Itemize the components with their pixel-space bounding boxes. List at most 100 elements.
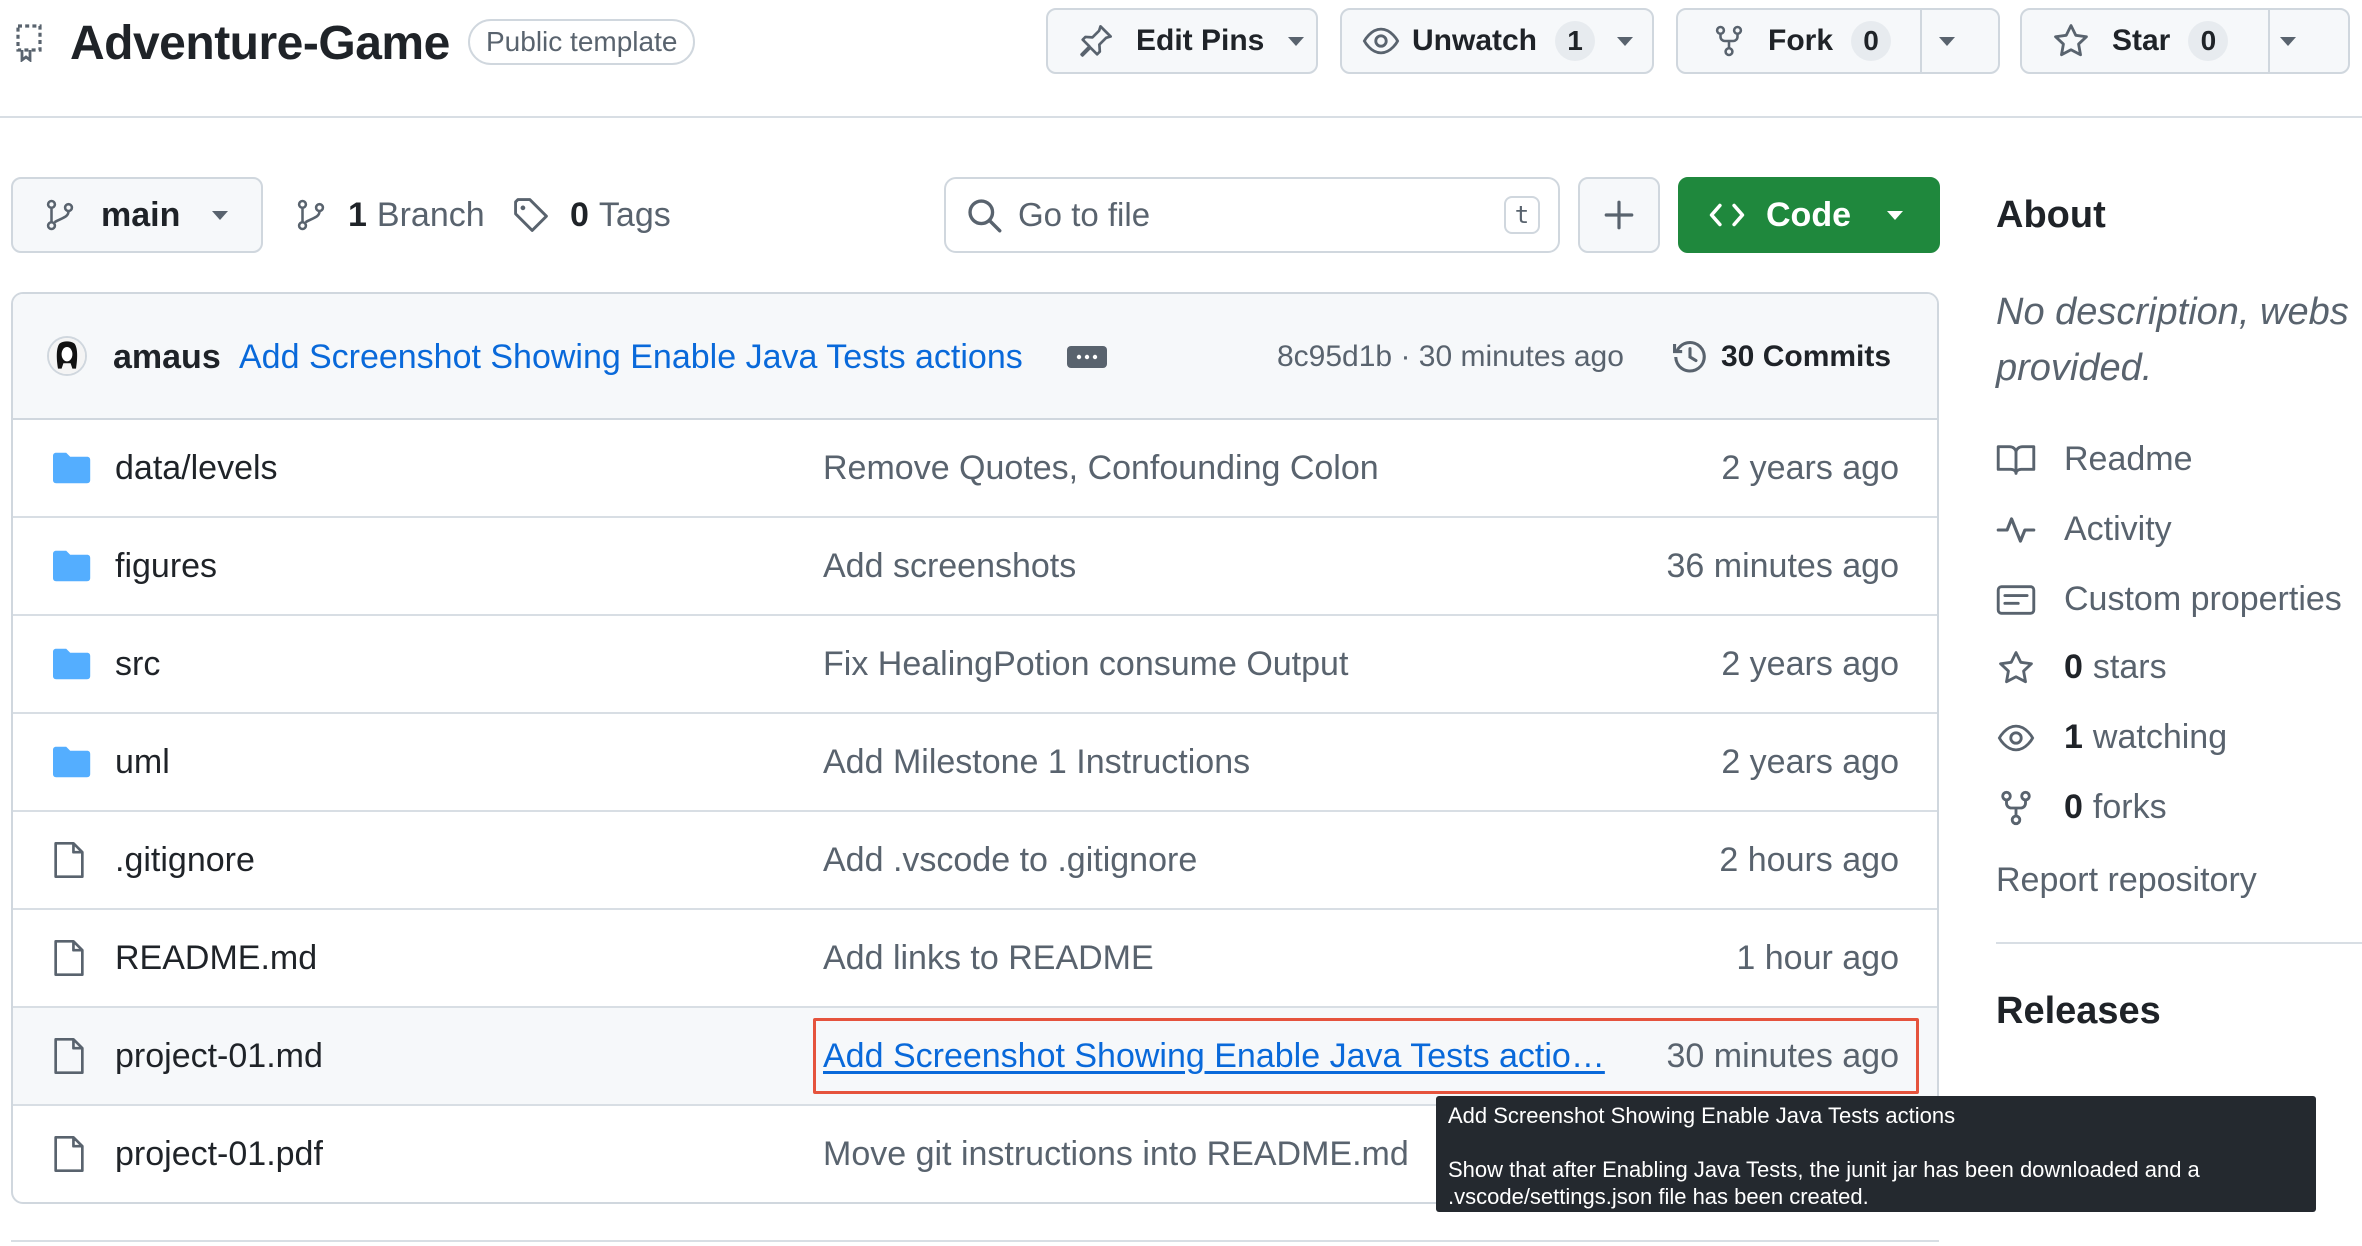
code-button[interactable]: Code [1678, 177, 1940, 253]
commit-details-button[interactable] [1067, 346, 1107, 368]
tag-count: 0 [570, 195, 589, 234]
latest-commit-bar: amaus Add Screenshot Showing Enable Java… [13, 294, 1937, 420]
tag-label: Tags [598, 195, 671, 234]
sidebar-watching[interactable]: 1 watching [1996, 718, 2227, 757]
file-row-src[interactable]: src Fix HealingPotion consume Output 2 y… [13, 616, 1937, 714]
file-icon [54, 842, 84, 878]
file-commit-message[interactable]: Add screenshots [823, 518, 1076, 614]
edit-pins-button[interactable]: Edit Pins [1046, 8, 1318, 74]
fork-label: Fork [1768, 24, 1834, 57]
commits-count-label: 30 Commits [1721, 340, 1892, 373]
go-to-file-input[interactable] [1018, 196, 1478, 234]
eye-icon [1362, 27, 1400, 55]
file-row-gitignore[interactable]: .gitignore Add .vscode to .gitignore 2 h… [13, 812, 1937, 910]
file-icon [54, 1038, 84, 1074]
commit-message-link[interactable]: Add Screenshot Showing Enable Java Tests… [239, 294, 1023, 420]
report-repository-link[interactable]: Report repository [1996, 856, 2257, 904]
unwatch-button[interactable]: Unwatch 1 [1340, 8, 1654, 74]
file-name[interactable]: README.md [115, 910, 317, 1006]
star-count: 0 [2188, 21, 2229, 61]
sidebar-divider [1996, 942, 2362, 944]
star-icon [2054, 24, 2088, 57]
fork-icon [2001, 790, 2031, 825]
avatar-icon [49, 338, 85, 374]
about-heading: About [1996, 194, 2106, 236]
add-file-button[interactable] [1578, 177, 1660, 253]
commit-meta[interactable]: 8c95d1b · 30 minutes ago [1277, 294, 1624, 420]
star-label: Star [2112, 24, 2171, 57]
edit-pins-label: Edit Pins [1136, 24, 1265, 57]
file-row-project-01-md[interactable]: project-01.md Add Screenshot Showing Ena… [13, 1008, 1937, 1106]
repo-template-icon [16, 24, 42, 62]
file-row-data-levels[interactable]: data/levels Remove Quotes, Confounding C… [13, 420, 1937, 518]
stars-count: 0 [2064, 648, 2083, 686]
file-commit-message-link[interactable]: Add Screenshot Showing Enable Java Tests… [823, 1008, 1605, 1104]
sidebar-forks[interactable]: 0 forks [1996, 788, 2167, 827]
fork-button[interactable]: Fork 0 [1676, 8, 2000, 74]
file-icon [54, 940, 84, 976]
releases-heading[interactable]: Releases [1996, 986, 2161, 1036]
file-name[interactable]: project-01.pdf [115, 1106, 323, 1202]
tags-link[interactable]: 0 Tags [512, 190, 671, 240]
file-icon [54, 1136, 84, 1172]
file-row-readme[interactable]: README.md Add links to README 1 hour ago [13, 910, 1937, 1008]
repo-title[interactable]: Adventure-Game [70, 14, 450, 74]
file-commit-message[interactable]: Remove Quotes, Confounding Colon [823, 420, 1379, 516]
file-name[interactable]: .gitignore [115, 812, 255, 908]
branch-selector[interactable]: main [11, 177, 263, 253]
file-commit-message[interactable]: Add .vscode to .gitignore [823, 812, 1197, 908]
eye-icon [1997, 724, 2035, 751]
file-age: 1 hour ago [1736, 939, 1899, 977]
file-name[interactable]: uml [115, 714, 170, 810]
commit-author[interactable]: amaus [113, 294, 221, 420]
caret-down-icon [1288, 37, 1305, 46]
sidebar-readme[interactable]: Readme [1996, 440, 2193, 479]
folder-icon [53, 746, 91, 778]
star-button[interactable]: Star 0 [2020, 8, 2350, 74]
sidebar-stars[interactable]: 0 stars [1996, 648, 2167, 687]
commit-message-tooltip: Add Screenshot Showing Enable Java Tests… [1436, 1096, 2316, 1212]
folder-icon [53, 452, 91, 484]
activity-label: Activity [2064, 510, 2172, 548]
fork-icon [1715, 25, 1743, 57]
search-shortcut-key: t [1504, 196, 1540, 234]
commits-link[interactable]: 30 Commits [1671, 294, 1891, 420]
sidebar-activity[interactable]: Activity [1996, 510, 2172, 549]
pin-icon [1080, 25, 1112, 57]
branches-link[interactable]: 1 Branch [294, 190, 485, 240]
file-age: 2 years ago [1721, 645, 1899, 683]
file-commit-message[interactable]: Fix HealingPotion consume Output [823, 616, 1348, 712]
watching-label: watching [2092, 718, 2228, 756]
file-name[interactable]: project-01.md [115, 1008, 323, 1104]
file-commit-message[interactable]: Add links to README [823, 910, 1154, 1006]
header-divider [0, 116, 2362, 118]
file-name[interactable]: src [115, 616, 160, 712]
file-row-figures[interactable]: figures Add screenshots 36 minutes ago [13, 518, 1937, 616]
branch-label: Branch [376, 195, 485, 234]
about-description-line-2: provided. [1996, 347, 2153, 389]
sidebar-custom-properties[interactable]: Custom properties [1996, 580, 2342, 619]
file-commit-message[interactable]: Move git instructions into README.md [823, 1106, 1409, 1202]
caret-down-icon[interactable] [1937, 31, 1957, 51]
file-age: 30 minutes ago [1666, 1037, 1900, 1075]
pulse-icon [1996, 516, 2036, 543]
avatar[interactable] [47, 336, 87, 376]
caret-down-icon[interactable] [2278, 31, 2298, 51]
visibility-badge: Public template [468, 19, 696, 65]
file-commit-message[interactable]: Add Milestone 1 Instructions [823, 714, 1250, 810]
go-to-file-search[interactable]: t [944, 177, 1560, 253]
code-icon [1709, 203, 1745, 227]
file-row-uml[interactable]: uml Add Milestone 1 Instructions 2 years… [13, 714, 1937, 812]
file-name[interactable]: data/levels [115, 420, 278, 516]
tooltip-title: Add Screenshot Showing Enable Java Tests… [1448, 1103, 1956, 1128]
git-branch-icon [46, 199, 74, 231]
git-branch-icon [297, 199, 325, 231]
kebab-horizontal-icon [1076, 354, 1098, 360]
watch-count: 1 [1555, 21, 1596, 61]
readme-divider [11, 1240, 1939, 1242]
branch-name: main [101, 195, 181, 234]
note-icon [1996, 584, 2036, 615]
caret-down-icon[interactable] [1615, 31, 1635, 51]
caret-down-icon [212, 211, 229, 220]
file-name[interactable]: figures [115, 518, 217, 614]
